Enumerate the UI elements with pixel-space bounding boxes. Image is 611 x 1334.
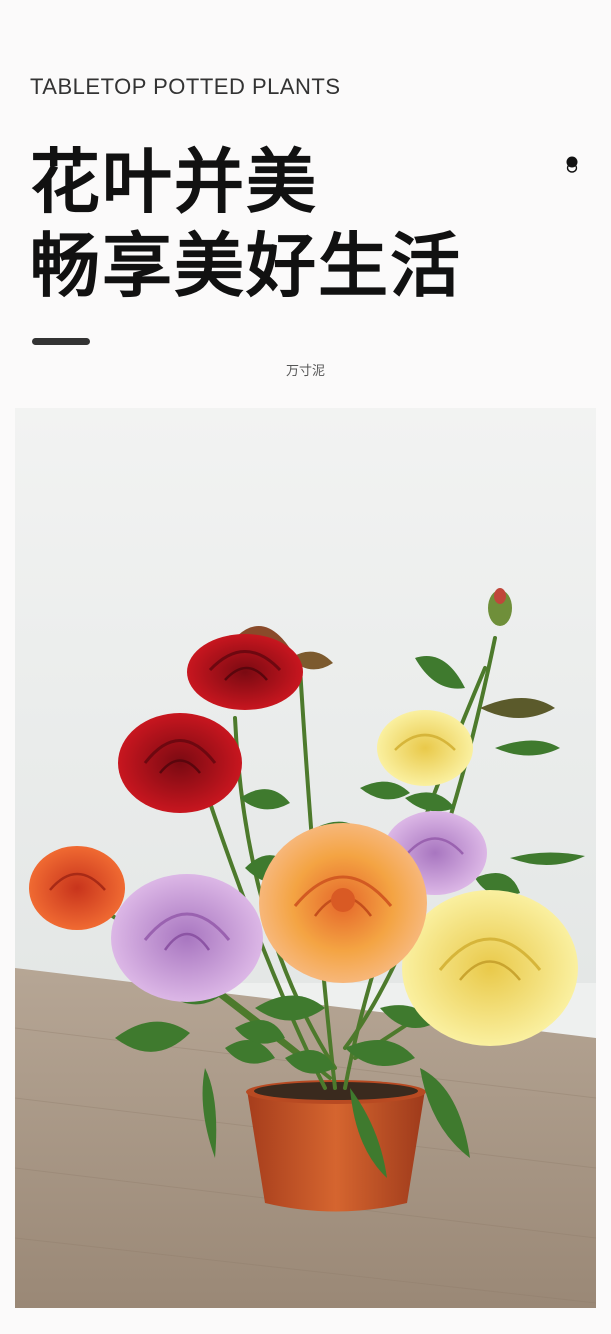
- headline-line-2: 畅享美好生活: [30, 225, 462, 307]
- dot-icon: [566, 156, 578, 173]
- headline: 花叶并美 畅享美好生活: [30, 140, 462, 308]
- purple-rose-left: [111, 874, 263, 1002]
- orange-rose-center: [259, 823, 427, 983]
- red-rose-top: [187, 634, 303, 710]
- red-rose-left: [118, 713, 242, 813]
- product-photo: [15, 408, 596, 1308]
- yellow-rose-large: [402, 890, 578, 1046]
- brand-text: 万寸泥: [285, 364, 325, 379]
- header-section: TABLETOP POTTED PLANTS 花叶并美 畅享美好生活 万寸泥: [0, 0, 611, 410]
- divider-bar: [32, 338, 90, 345]
- headline-line-1: 花叶并美: [30, 141, 318, 223]
- coral-rose: [29, 846, 125, 930]
- eyebrow-text: TABLETOP POTTED PLANTS: [30, 74, 341, 99]
- yellow-rose-top: [377, 710, 473, 786]
- rose-plant-image: [15, 408, 596, 1308]
